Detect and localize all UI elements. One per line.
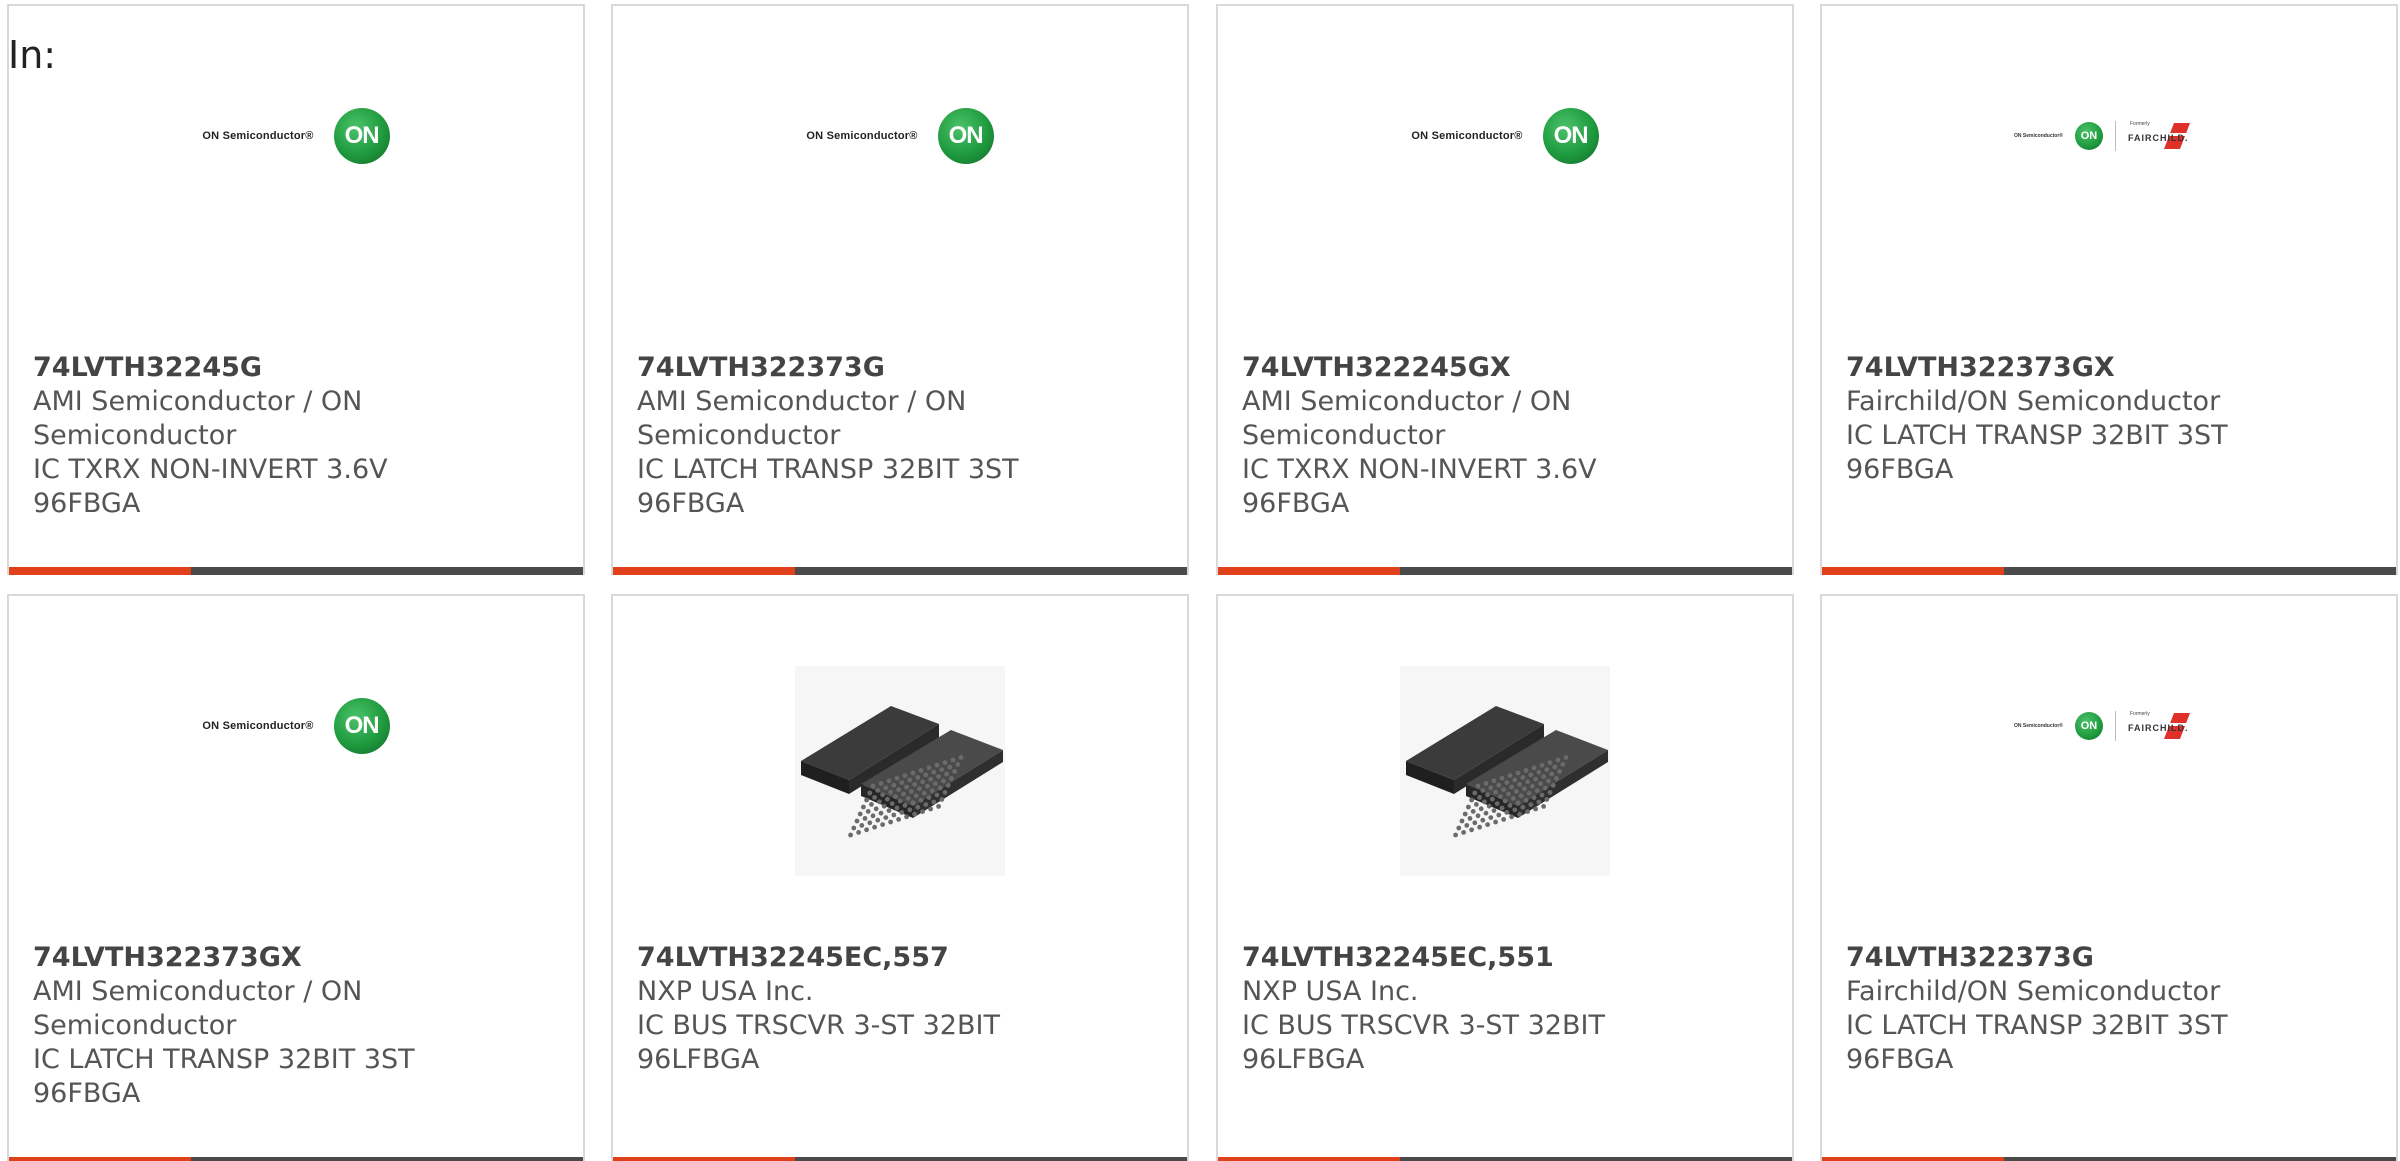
on-semiconductor-logo: ON Semiconductor® ON [202,698,390,754]
product-card[interactable]: ON Semiconductor® ON 74LVTH32245G AMI Semic… [7,4,585,575]
product-info: 74LVTH322373GX AMI Semiconductor / ON Sem… [33,941,453,1111]
description: IC LATCH TRANSP 32BIT 3ST 96FBGA [33,1044,415,1109]
product-card[interactable]: ON Semiconductor® ON 74LVTH322373G AMI Semi… [611,4,1189,575]
bga-chip-image [795,666,1005,876]
product-image[interactable]: ON Semiconductor® ON [1218,76,1792,196]
part-number[interactable]: 74LVTH322373GX [1846,351,2266,385]
card-accent-bar [613,567,795,575]
part-number[interactable]: 74LVTH322245GX [1242,351,1662,385]
card-accent-bar [1822,567,2004,575]
card-accent-bar [1218,1157,1400,1161]
on-logo-icon: ON [2074,712,2103,740]
product-info: 74LVTH322245GX AMI Semiconductor / ON Sem… [1242,351,1662,521]
part-number[interactable]: 74LVTH32245EC,557 [637,941,1057,975]
product-info: 74LVTH32245EC,557 NXP USA Inc. IC BUS TRSC… [637,941,1057,1077]
card-accent-bar [9,1157,191,1161]
card-accent-bar [9,567,191,575]
product-image[interactable]: ON Semiconductor® ON Formerly FAIRCHILD. [1822,76,2396,196]
on-logo-icon: ON [333,698,390,754]
manufacturer: NXP USA Inc. [1242,976,1419,1007]
manufacturer: AMI Semiconductor / ON Semiconductor [1242,386,1572,451]
product-image[interactable]: ON Semiconductor® ON [9,666,583,786]
part-number[interactable]: 74LVTH32245EC,551 [1242,941,1662,975]
product-card[interactable]: ON Semiconductor® ON 74LVTH322245GX AMI Sem… [1216,4,1794,575]
fairchild-on-logo: ON Semiconductor® ON Formerly FAIRCHILD. [2014,119,2204,153]
product-card[interactable]: ON Semiconductor® ON Formerly FAIRCHILD. 74… [1820,594,2398,1161]
logo-text: ON Semiconductor® [2014,133,2063,139]
product-info: 74LVTH32245EC,551 NXP USA Inc. IC BUS TRSC… [1242,941,1662,1077]
on-logo-icon: ON [2074,122,2103,150]
fairchild-logo: Formerly FAIRCHILD. [2128,709,2204,743]
bga-chip-image [1400,666,1610,876]
product-image[interactable]: ON Semiconductor® ON [9,76,583,196]
logo-text: ON Semiconductor® [2014,723,2063,729]
description: IC LATCH TRANSP 32BIT 3ST 96FBGA [1846,420,2228,485]
logo-divider [2114,121,2116,151]
logo-text: ON Semiconductor® [806,130,918,142]
fairchild-name: FAIRCHILD. [2127,723,2189,733]
product-info: 74LVTH322373G AMI Semiconductor / ON Semi… [637,351,1057,521]
card-accent-bar [1218,567,1400,575]
formerly-text: Formerly [2129,121,2150,127]
product-card[interactable]: ON Semiconductor® ON Formerly FAIRCHILD. 74… [1820,4,2398,575]
logo-text: ON Semiconductor® [202,130,314,142]
product-image[interactable]: ON Semiconductor® ON [613,76,1187,196]
on-logo-icon: ON [937,108,994,164]
part-number[interactable]: 74LVTH322373GX [33,941,453,975]
product-image[interactable] [1218,666,1792,876]
product-card[interactable]: 74LVTH32245EC,551 NXP USA Inc. IC BUS TRSC… [1216,594,1794,1161]
manufacturer: AMI Semiconductor / ON Semiconductor [33,386,363,451]
part-number[interactable]: 74LVTH32245G [33,351,453,385]
fairchild-on-logo: ON Semiconductor® ON Formerly FAIRCHILD. [2014,709,2204,743]
description: IC TXRX NON-INVERT 3.6V 96FBGA [33,454,388,519]
fairchild-name: FAIRCHILD. [2127,133,2189,143]
description: IC TXRX NON-INVERT 3.6V 96FBGA [1242,454,1597,519]
manufacturer: Fairchild/ON Semiconductor [1846,386,2221,417]
product-card[interactable]: ON Semiconductor® ON 74LVTH322373GX AMI Sem… [7,594,585,1161]
product-image[interactable]: ON Semiconductor® ON Formerly FAIRCHILD. [1822,666,2396,786]
in-label: In: [8,33,57,77]
fairchild-logo: Formerly FAIRCHILD. [2128,119,2204,153]
description: IC BUS TRSCVR 3-ST 32BIT 96LFBGA [637,1010,1000,1075]
logo-text: ON Semiconductor® [202,720,314,732]
part-number[interactable]: 74LVTH322373G [637,351,1057,385]
logo-divider [2114,711,2116,741]
product-grid-page: In: ON Semiconductor® ON 74LVTH32245G AMI S… [0,0,2400,1161]
on-semiconductor-logo: ON Semiconductor® ON [806,108,994,164]
manufacturer: AMI Semiconductor / ON Semiconductor [637,386,967,451]
manufacturer: AMI Semiconductor / ON Semiconductor [33,976,363,1041]
card-accent-bar [613,1157,795,1161]
description: IC BUS TRSCVR 3-ST 32BIT 96LFBGA [1242,1010,1605,1075]
manufacturer: NXP USA Inc. [637,976,814,1007]
manufacturer: Fairchild/ON Semiconductor [1846,976,2221,1007]
product-card[interactable]: 74LVTH32245EC,557 NXP USA Inc. IC BUS TRSC… [611,594,1189,1161]
on-logo-icon: ON [333,108,390,164]
description: IC LATCH TRANSP 32BIT 3ST 96FBGA [1846,1010,2228,1075]
on-semiconductor-logo: ON Semiconductor® ON [1411,108,1599,164]
product-image[interactable] [613,666,1187,876]
on-semiconductor-logo: ON Semiconductor® ON [202,108,390,164]
logo-text: ON Semiconductor® [1411,130,1523,142]
product-info: 74LVTH322373G Fairchild/ON Semiconductor I… [1846,941,2266,1077]
formerly-text: Formerly [2129,711,2150,717]
product-info: 74LVTH322373GX Fairchild/ON Semiconductor… [1846,351,2266,487]
on-logo-icon: ON [1542,108,1599,164]
product-info: 74LVTH32245G AMI Semiconductor / ON Semic… [33,351,453,521]
card-accent-bar [1822,1157,2004,1161]
part-number[interactable]: 74LVTH322373G [1846,941,2266,975]
description: IC LATCH TRANSP 32BIT 3ST 96FBGA [637,454,1019,519]
